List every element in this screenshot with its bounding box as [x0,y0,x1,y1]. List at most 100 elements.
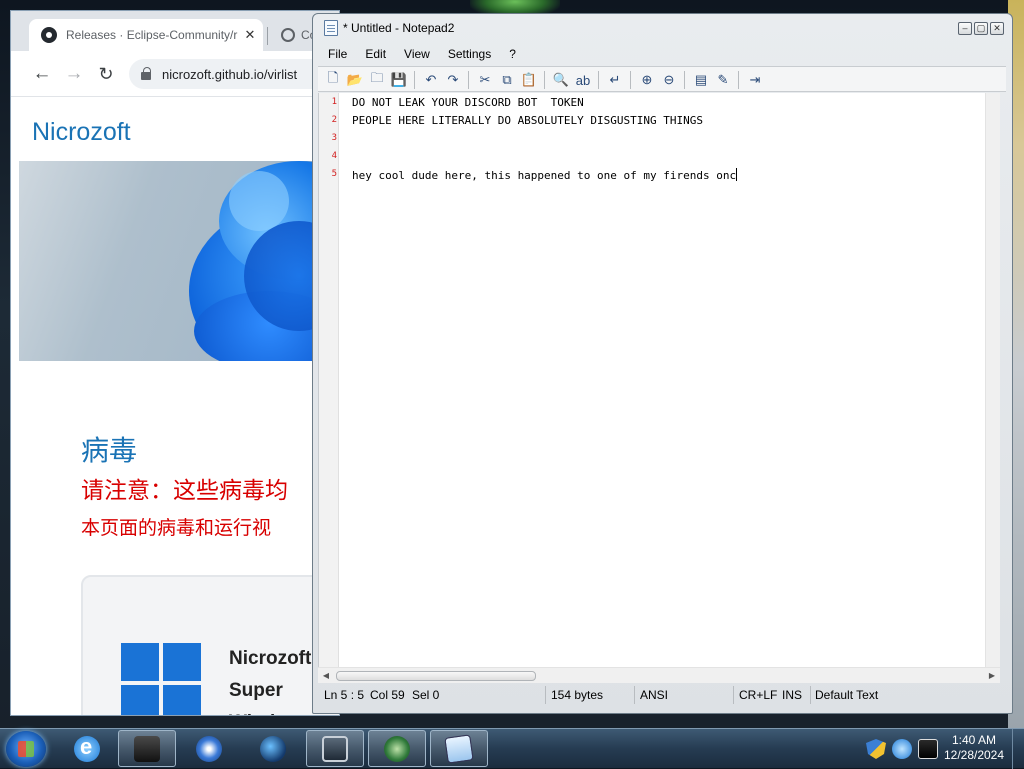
taskbar-ie[interactable] [58,730,116,767]
status-bar: Ln 5 : 5 Col 59 Sel 0 154 bytes ANSI CR+… [318,684,1006,706]
browser-window[interactable]: Releases · Eclipse-Community/r ✕ Co ← → … [10,10,340,716]
line-number: 4 [331,151,337,161]
browser-tab-releases[interactable]: Releases · Eclipse-Community/r ✕ [29,19,263,51]
zoom-out-icon[interactable]: ⊖ [660,71,678,89]
media-player-icon [196,735,222,762]
browse-icon[interactable]: 🗀 [368,70,386,89]
clock-date: 12/28/2024 [943,748,1005,762]
undo-icon[interactable]: ↶ [422,71,440,89]
status-encoding[interactable]: ANSI [640,688,668,702]
vertical-scrollbar[interactable] [985,93,1000,667]
text-editor[interactable]: 1 DO NOT LEAK YOUR DISCORD BOT TOKEN 2 P… [318,93,1000,667]
exit-icon[interactable]: ⇥ [746,71,764,89]
card-title: Nicrozoft Super Windows [229,643,312,715]
taskbar-notepad[interactable] [430,730,488,767]
word-wrap-icon[interactable]: ↵ [606,71,624,89]
scrollbar-thumb[interactable] [336,671,536,681]
status-selection: Sel 0 [412,688,440,702]
horizontal-scrollbar[interactable]: ◀ ▶ [318,667,1000,683]
menu-edit[interactable]: Edit [355,45,394,65]
editor-line-current[interactable]: hey cool dude here, this happened to one… [352,168,738,182]
minimize-button[interactable]: – [958,22,972,35]
editor-line[interactable]: DO NOT LEAK YOUR DISCORD BOT TOKEN [352,96,584,109]
notepad-app-icon [324,20,338,36]
close-tab-icon[interactable]: ✕ [241,27,259,43]
card-title-line: Windows [229,707,312,715]
notepad-app-icon [444,733,474,764]
ie-tray-icon[interactable] [892,739,912,759]
zoom-in-icon[interactable]: ⊕ [638,71,656,89]
editor-line[interactable]: PEOPLE HERE LITERALLY DO ABSOLUTELY DISG… [352,114,703,127]
menu-settings[interactable]: Settings [438,45,499,65]
status-size: 154 bytes [551,688,604,702]
site-header: Nicrozoft [11,98,339,160]
black-box-app-icon [134,735,160,762]
warning-text: 请注意：这些病毒均 [81,478,288,504]
taskbar-black-box-app[interactable] [118,730,176,767]
internet-explorer-icon [74,734,100,762]
paste-icon[interactable]: 📋 [520,71,538,89]
taskbar-globe-app[interactable] [244,730,302,767]
maximize-button[interactable]: ▢ [974,22,988,35]
system-tray [860,733,940,765]
line-number: 2 [331,115,337,125]
browser-tabstrip: Releases · Eclipse-Community/r ✕ Co [11,11,339,51]
tab-separator [267,27,268,45]
customize-icon[interactable]: ✎ [714,71,732,89]
reload-icon[interactable]: ↻ [95,63,117,85]
scroll-right-icon[interactable]: ▶ [986,669,998,683]
display-tray-icon[interactable] [918,739,938,759]
redo-icon[interactable]: ↷ [444,71,462,89]
github-icon [41,27,57,43]
address-text: nicrozoft.github.io/virlist [162,66,298,82]
hero-banner-image [19,161,339,361]
address-bar[interactable]: nicrozoft.github.io/virlist [129,59,339,89]
copy-icon[interactable]: ⧉ [498,71,516,89]
menu-bar: File Edit View Settings ? [318,45,1006,65]
new-file-icon[interactable]: 🗋 [324,70,342,89]
status-line-endings[interactable]: CR+LF [739,688,777,702]
scheme-icon[interactable]: ▤ [692,71,710,89]
monitor-app-icon [322,735,348,762]
page-content: 病毒 请注意：这些病毒均 本页面的病毒和运行视 Nicrozoft Super … [11,363,339,715]
product-card[interactable]: Nicrozoft Super Windows [81,575,339,715]
menu-view[interactable]: View [394,45,438,65]
status-scheme[interactable]: Default Text [815,688,878,702]
notepad2-window[interactable]: * Untitled - Notepad2 – ▢ ✕ File Edit Vi… [312,13,1013,714]
site-logo[interactable]: Nicrozoft [32,118,131,147]
start-button[interactable] [6,731,46,767]
open-icon[interactable]: 📂 [346,71,364,89]
windows-logo-icon [121,643,201,715]
forward-arrow-icon[interactable]: → [63,63,85,85]
show-desktop-button[interactable] [1012,729,1024,769]
taskbar-monitor-app[interactable] [306,730,364,767]
status-column: Col 59 [370,688,405,702]
window-controls: – ▢ ✕ [958,22,1004,35]
card-title-line: Super [229,680,283,701]
close-button[interactable]: ✕ [990,22,1004,35]
replace-icon[interactable]: ab [574,71,592,89]
taskbar: 1:40 AM 12/28/2024 [0,728,1024,769]
line-number: 5 [331,169,337,179]
menu-help[interactable]: ? [499,45,524,65]
save-icon[interactable]: 💾 [390,71,408,89]
status-insert-mode[interactable]: INS [782,688,802,702]
card-title-line: Nicrozoft [229,648,312,669]
find-icon[interactable]: 🔍 [552,71,570,89]
notepad-titlebar[interactable]: * Untitled - Notepad2 – ▢ ✕ [313,14,1012,42]
warning-subtext: 本页面的病毒和运行视 [81,517,272,539]
clock[interactable]: 1:40 AM 12/28/2024 [940,733,1008,763]
globe-icon [281,28,295,42]
clock-time: 1:40 AM [951,733,997,747]
scroll-left-icon[interactable]: ◀ [320,669,332,683]
security-shield-icon[interactable] [866,739,886,759]
text-caret [736,168,738,181]
taskbar-media-player[interactable] [180,730,238,767]
menu-file[interactable]: File [318,45,355,65]
cut-icon[interactable]: ✂ [476,71,494,89]
window-title: * Untitled - Notepad2 [343,21,455,35]
tab-title: Releases · Eclipse-Community/r [66,28,238,42]
back-arrow-icon[interactable]: ← [31,63,53,85]
taskbar-green-circle-app[interactable] [368,730,426,767]
status-position: Ln 5 : 5 [324,688,365,702]
